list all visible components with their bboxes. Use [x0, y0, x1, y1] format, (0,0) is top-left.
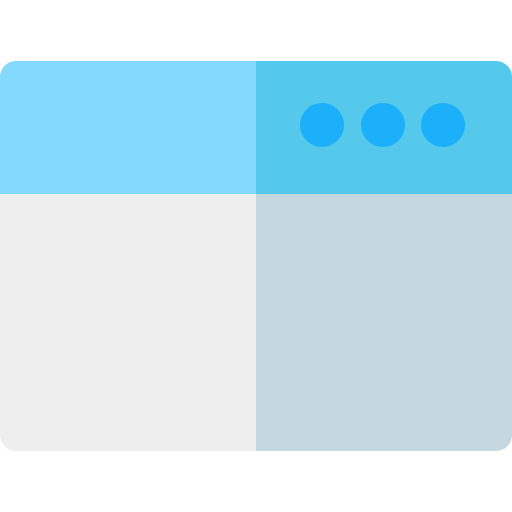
window-body-right [256, 194, 512, 451]
titlebar-left [0, 61, 256, 194]
window-dot-1 [300, 103, 344, 147]
window-dot-2 [361, 103, 405, 147]
window-dot-3 [421, 103, 465, 147]
browser-window-icon [0, 0, 512, 512]
window-body-left [0, 194, 256, 451]
browser-window-graphic [0, 61, 512, 451]
